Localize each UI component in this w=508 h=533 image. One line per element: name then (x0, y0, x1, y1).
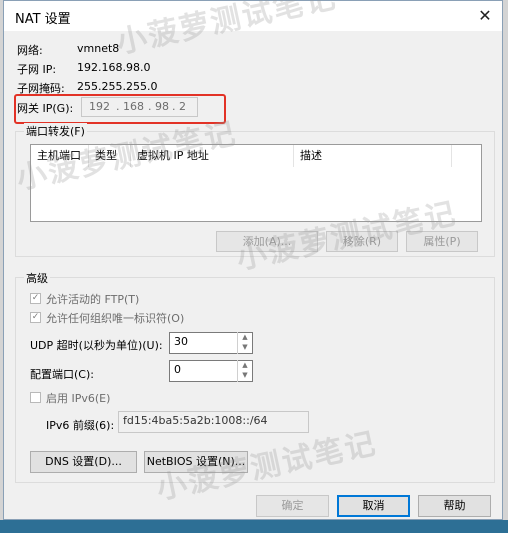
subnet-mask-value: 255.255.255.0 (77, 80, 158, 93)
ipv6-prefix-value: fd15:4ba5:5a2b:1008::/64 (123, 414, 268, 427)
spin-up-icon[interactable]: ▲ (238, 332, 252, 342)
network-label: 网络: (17, 44, 43, 57)
subnet-ip-label: 子网 IP: (17, 63, 57, 76)
help-button[interactable]: 帮助 (418, 495, 491, 517)
column-header-description[interactable]: 描述 (294, 145, 452, 167)
udp-timeout-value: 30 (174, 335, 188, 348)
allow-any-oui-label: 允许任何组织唯一标识符(O) (46, 312, 185, 325)
cancel-button[interactable]: 取消 (337, 495, 410, 517)
enable-ipv6-label: 启用 IPv6(E) (46, 392, 111, 405)
spin-up-icon[interactable]: ▲ (238, 360, 252, 370)
config-port-label: 配置端口(C): (30, 368, 94, 381)
config-port-spinner[interactable]: ▲ ▼ (237, 360, 252, 382)
ipv6-prefix-input[interactable]: fd15:4ba5:5a2b:1008::/64 (118, 411, 309, 433)
config-port-value: 0 (174, 363, 181, 376)
config-port-input[interactable]: 0 ▲ ▼ (169, 360, 253, 382)
enable-ipv6-checkbox[interactable] (30, 392, 41, 403)
port-forwarding-title: 端口转发(F) (24, 123, 87, 139)
dns-settings-button[interactable]: DNS 设置(D)... (30, 451, 137, 473)
udp-timeout-input[interactable]: 30 ▲ ▼ (169, 332, 253, 354)
advanced-title: 高级 (24, 270, 50, 286)
ok-button[interactable]: 确定 (256, 495, 329, 517)
allow-any-oui-checkbox[interactable]: ✓ (30, 312, 41, 323)
allow-active-ftp-label: 允许活动的 FTP(T) (46, 293, 140, 306)
nat-settings-dialog: NAT 设置 ✕ 网络: vmnet8 子网 IP: 192.168.98.0 … (3, 0, 503, 520)
dialog-title: NAT 设置 (15, 12, 71, 27)
network-value: vmnet8 (77, 42, 120, 55)
allow-active-ftp-checkbox[interactable]: ✓ (30, 293, 41, 304)
ipv6-prefix-label: IPv6 前缀(6): (46, 419, 115, 432)
spin-down-icon[interactable]: ▼ (238, 370, 252, 380)
background-taskbar-strip (0, 520, 508, 533)
close-icon[interactable]: ✕ (468, 1, 502, 31)
udp-timeout-label: UDP 超时(以秒为单位)(U): (30, 339, 163, 352)
subnet-ip-value: 192.168.98.0 (77, 61, 151, 74)
spin-down-icon[interactable]: ▼ (238, 342, 252, 352)
udp-timeout-spinner[interactable]: ▲ ▼ (237, 332, 252, 354)
